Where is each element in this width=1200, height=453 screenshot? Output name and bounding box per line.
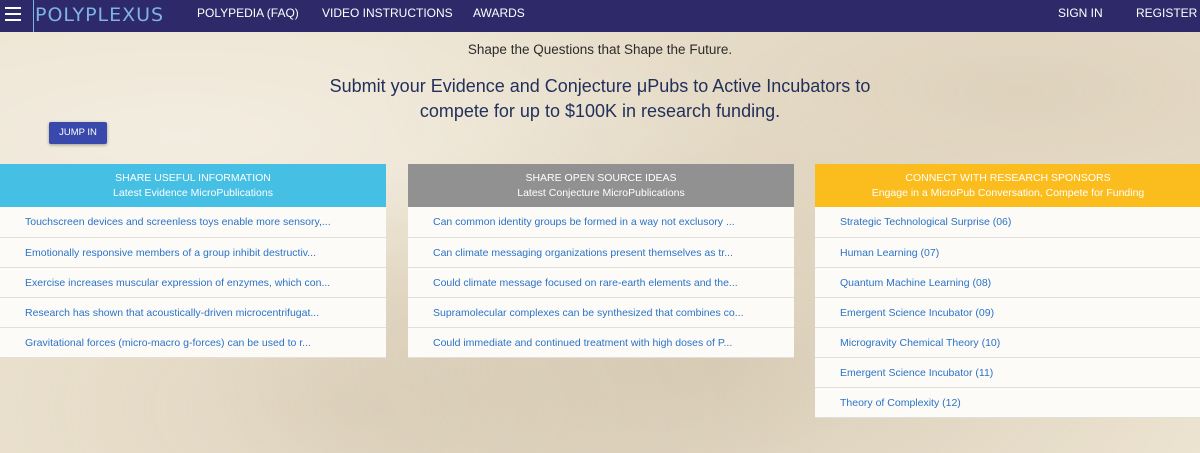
sponsors-list: Strategic Technological Surprise (06) Hu…: [815, 207, 1200, 418]
conjecture-panel-header: SHARE OPEN SOURCE IDEAS Latest Conjectur…: [408, 164, 794, 207]
hero-tagline: Shape the Questions that Shape the Futur…: [467, 42, 733, 57]
conjecture-item[interactable]: Could immediate and continued treatment …: [408, 328, 794, 358]
evidence-item[interactable]: Touchscreen devices and screenless toys …: [0, 207, 386, 238]
sponsors-panel: CONNECT WITH RESEARCH SPONSORS Engage in…: [815, 164, 1200, 418]
conjecture-item[interactable]: Could climate message focused on rare-ea…: [408, 268, 794, 298]
incubator-item[interactable]: Emergent Science Incubator (09): [815, 298, 1200, 328]
hero-headline: Submit your Evidence and Conjecture μPub…: [329, 76, 871, 121]
top-navbar: POLYPLEXUS POLYPEDIA (FAQ) VIDEO INSTRUC…: [0, 0, 1200, 32]
conjecture-list: Can common identity groups be formed in …: [408, 207, 794, 358]
register-link[interactable]: REGISTER: [1136, 0, 1197, 32]
nav-link-awards[interactable]: AWARDS: [473, 0, 525, 32]
evidence-item[interactable]: Exercise increases muscular expression o…: [0, 268, 386, 298]
nav-link-video-instructions[interactable]: VIDEO INSTRUCTIONS: [322, 0, 453, 32]
incubator-item[interactable]: Emergent Science Incubator (11): [815, 358, 1200, 388]
panel-title: SHARE OPEN SOURCE IDEAS: [525, 171, 677, 184]
hamburger-menu-icon[interactable]: [5, 7, 21, 21]
incubator-item[interactable]: Theory of Complexity (12): [815, 388, 1200, 418]
conjecture-item[interactable]: Can climate messaging organizations pres…: [408, 238, 794, 268]
incubator-item[interactable]: Strategic Technological Surprise (06): [815, 207, 1200, 238]
panel-subtitle: Engage in a MicroPub Conversation, Compe…: [871, 186, 1145, 199]
conjecture-item[interactable]: Can common identity groups be formed in …: [408, 207, 794, 238]
evidence-item[interactable]: Gravitational forces (micro-macro g-forc…: [0, 328, 386, 358]
brand-logo[interactable]: POLYPLEXUS: [35, 0, 164, 32]
evidence-list: Touchscreen devices and screenless toys …: [0, 207, 386, 358]
panel-title: CONNECT WITH RESEARCH SPONSORS: [905, 171, 1111, 184]
jump-in-button[interactable]: JUMP IN: [49, 122, 107, 144]
conjecture-panel: SHARE OPEN SOURCE IDEAS Latest Conjectur…: [408, 164, 794, 358]
incubator-item[interactable]: Human Learning (07): [815, 238, 1200, 268]
panel-subtitle: Latest Conjecture MicroPublications: [517, 186, 685, 199]
panel-subtitle: Latest Evidence MicroPublications: [113, 186, 273, 199]
incubator-item[interactable]: Quantum Machine Learning (08): [815, 268, 1200, 298]
evidence-panel: SHARE USEFUL INFORMATION Latest Evidence…: [0, 164, 386, 358]
conjecture-item[interactable]: Supramolecular complexes can be synthesi…: [408, 298, 794, 328]
incubator-item[interactable]: Microgravity Chemical Theory (10): [815, 328, 1200, 358]
nav-link-polypedia[interactable]: POLYPEDIA (FAQ): [197, 0, 299, 32]
evidence-panel-header: SHARE USEFUL INFORMATION Latest Evidence…: [0, 164, 386, 207]
evidence-item[interactable]: Research has shown that acoustically-dri…: [0, 298, 386, 328]
evidence-item[interactable]: Emotionally responsive members of a grou…: [0, 238, 386, 268]
panel-title: SHARE USEFUL INFORMATION: [115, 171, 271, 184]
sign-in-link[interactable]: SIGN IN: [1058, 0, 1103, 32]
sponsors-panel-header: CONNECT WITH RESEARCH SPONSORS Engage in…: [815, 164, 1200, 207]
